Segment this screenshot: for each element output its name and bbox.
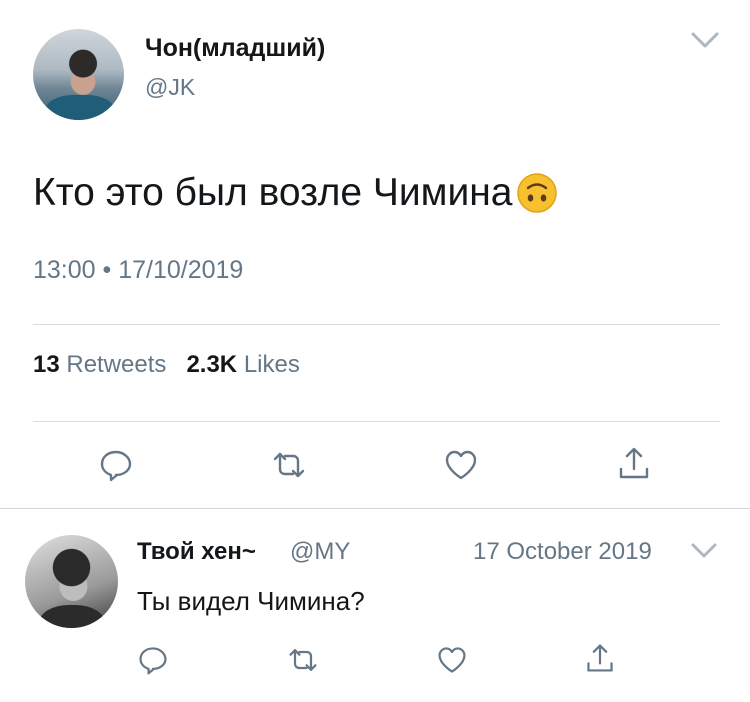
section-divider bbox=[0, 508, 750, 509]
author-handle[interactable]: @JK bbox=[145, 74, 195, 101]
reply-author-handle[interactable]: @MY bbox=[290, 538, 350, 566]
like-icon[interactable] bbox=[436, 644, 468, 676]
reply-text: Ты видел Чимина? bbox=[137, 586, 365, 616]
divider bbox=[33, 324, 720, 325]
upside-down-face-icon bbox=[516, 172, 558, 214]
likes-label[interactable]: Likes bbox=[244, 351, 300, 378]
chevron-down-icon[interactable] bbox=[690, 28, 720, 52]
share-icon[interactable] bbox=[616, 445, 652, 481]
tweet-stats: 13 Retweets 2.3K Likes bbox=[33, 351, 300, 379]
likes-count[interactable]: 2.3K bbox=[186, 351, 237, 378]
tweet-text-content: Кто это был возле Чимина bbox=[33, 171, 513, 214]
divider bbox=[33, 421, 720, 422]
reply-icon[interactable] bbox=[98, 447, 134, 483]
tweet-text: Кто это был возле Чимина bbox=[33, 171, 558, 215]
reply-author-avatar[interactable] bbox=[25, 535, 118, 628]
retweets-count[interactable]: 13 bbox=[33, 351, 60, 378]
retweets-label[interactable]: Retweets bbox=[66, 351, 166, 378]
share-icon[interactable] bbox=[584, 642, 616, 674]
reply-date: 17 October 2019 bbox=[473, 538, 652, 565]
avatar-body bbox=[39, 605, 105, 628]
like-icon[interactable] bbox=[443, 447, 479, 483]
reply-author-name[interactable]: Твой хен~ bbox=[137, 538, 256, 566]
author-avatar[interactable] bbox=[33, 29, 124, 120]
retweet-icon[interactable] bbox=[287, 644, 319, 676]
reply-icon[interactable] bbox=[137, 644, 169, 676]
tweet-meta: 13:00 • 17/10/2019 bbox=[33, 256, 244, 284]
author-name[interactable]: Чон(младший) bbox=[145, 34, 325, 63]
avatar-shirt bbox=[45, 95, 115, 120]
retweet-icon[interactable] bbox=[271, 447, 307, 483]
chevron-down-icon[interactable] bbox=[690, 540, 718, 562]
